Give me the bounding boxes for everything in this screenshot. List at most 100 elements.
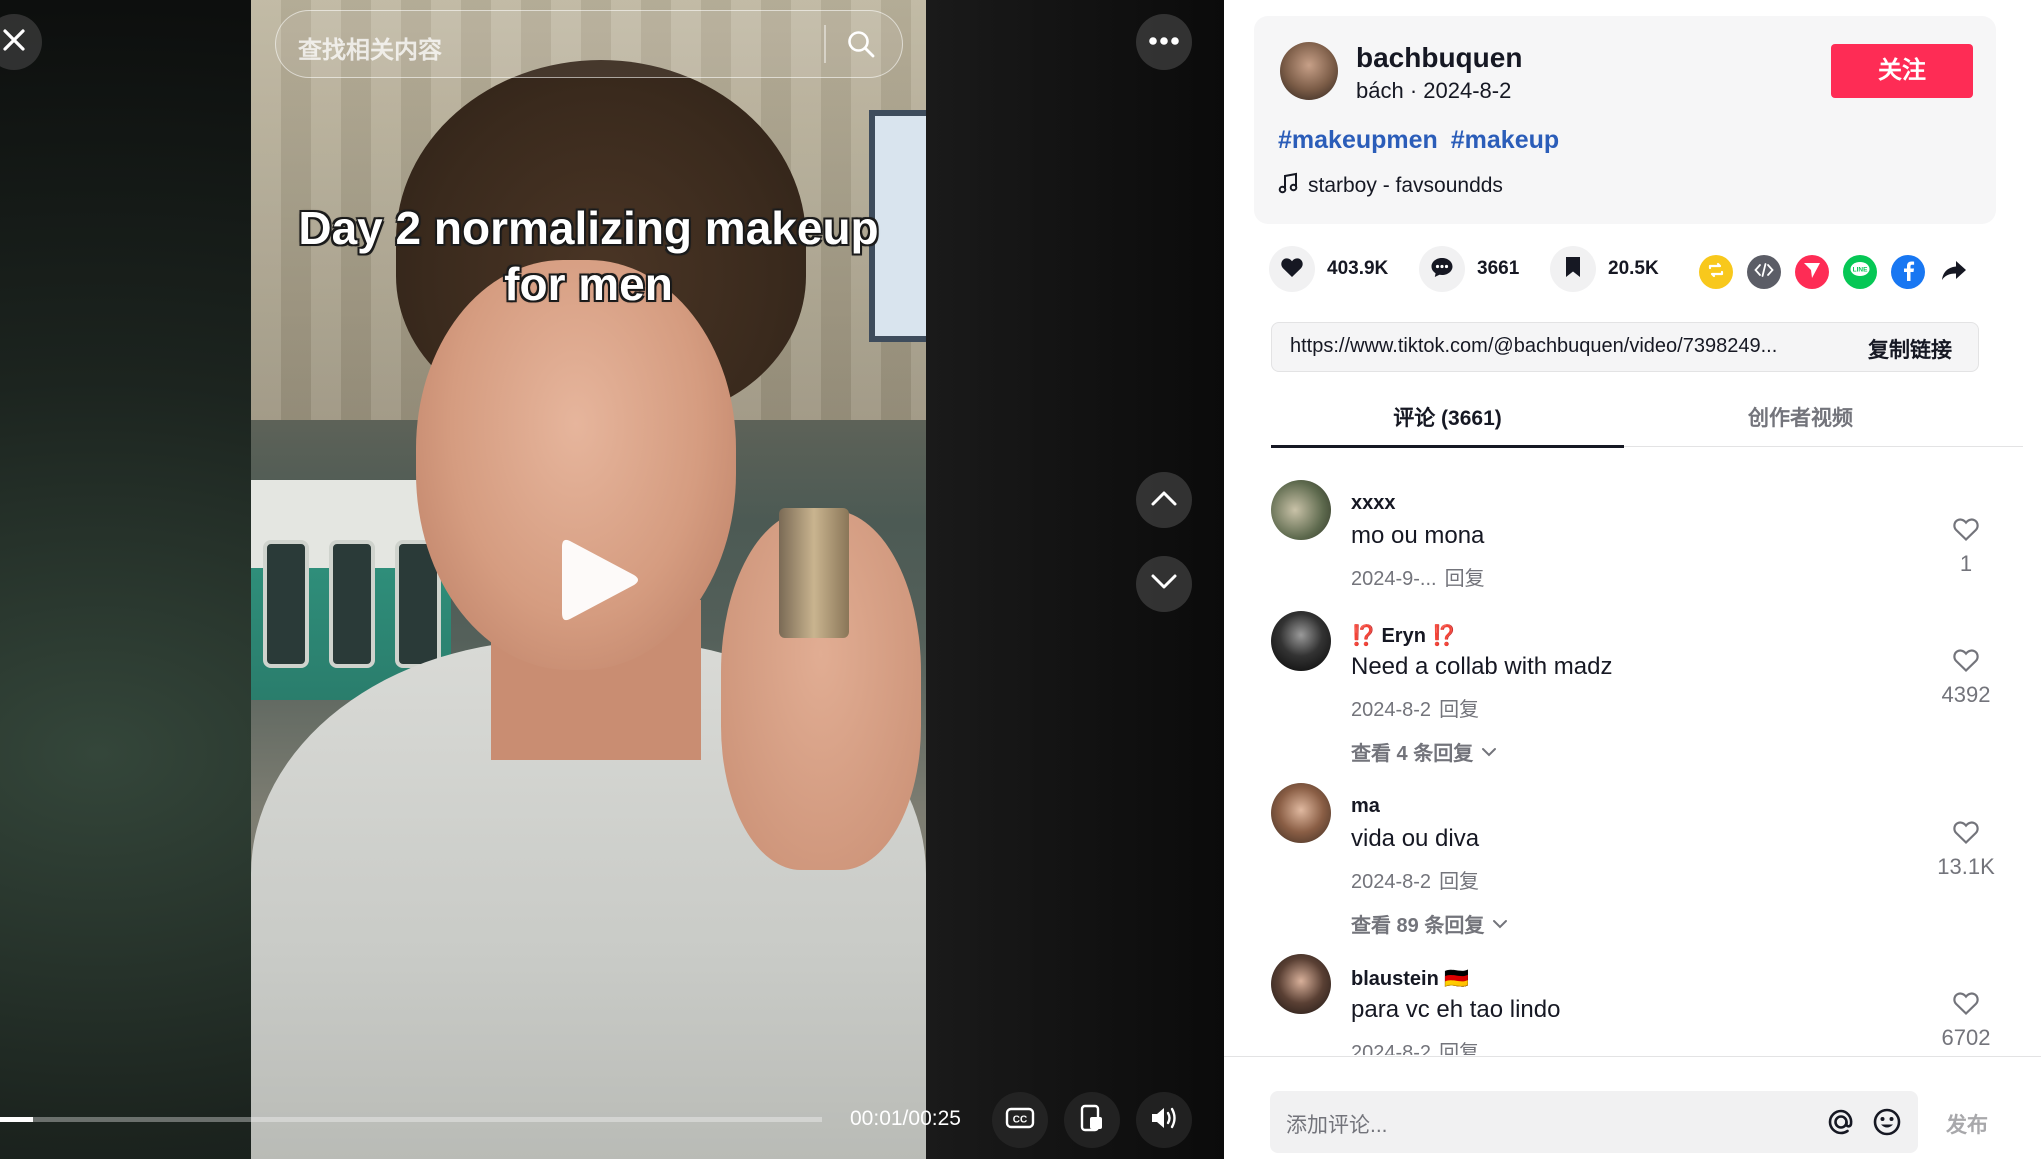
- comment-bubble-icon: [1430, 256, 1454, 283]
- comment-like-count: 1: [1959, 551, 1973, 576]
- reply-button[interactable]: 回复: [1445, 568, 1485, 590]
- heart-outline-icon: [1952, 821, 1980, 849]
- captions-button[interactable]: CC: [992, 1092, 1048, 1148]
- commenter-username[interactable]: ⁉️ Eryn ⁉️: [1351, 623, 1456, 648]
- search-placeholder: 查找相关内容: [298, 37, 442, 64]
- post-comment-button[interactable]: 发布: [1946, 1109, 1988, 1139]
- line-logo-icon: LINE: [1849, 261, 1871, 284]
- previous-video-button[interactable]: [1136, 472, 1192, 528]
- chevron-down-icon: [1481, 740, 1497, 763]
- volume-button[interactable]: [1136, 1092, 1192, 1148]
- comment-input[interactable]: 添加评论...: [1270, 1091, 1918, 1153]
- comment-composer: 添加评论... 发布: [1224, 1056, 2041, 1160]
- music-note-icon: [1278, 172, 1298, 200]
- comment-date: 2024-8-2: [1351, 871, 1432, 893]
- line-share-button[interactable]: LINE: [1843, 255, 1877, 289]
- commenter-username[interactable]: ma: [1351, 795, 1380, 818]
- close-icon: [0, 26, 28, 59]
- chevron-down-icon: [1150, 573, 1178, 596]
- save-action[interactable]: 20.5K: [1550, 246, 1659, 292]
- commenter-username[interactable]: xxxx: [1351, 492, 1396, 515]
- commenter-avatar[interactable]: [1271, 783, 1331, 843]
- comment-like-button[interactable]: 13.1K: [1921, 819, 2011, 880]
- comment-like-button[interactable]: 4392: [1921, 647, 2011, 708]
- embed-share-button[interactable]: [1747, 255, 1781, 289]
- share-arrow-icon: [1941, 259, 1967, 286]
- commenter-avatar[interactable]: [1271, 954, 1331, 1014]
- commenter-username[interactable]: blaustein 🇩🇪: [1351, 966, 1469, 991]
- reply-button[interactable]: 回复: [1439, 699, 1479, 721]
- view-replies-button[interactable]: 查看 89 条回复: [1351, 909, 1508, 938]
- comment-date: 2024-8-2: [1351, 1042, 1432, 1055]
- mention-at-icon[interactable]: [1824, 1105, 1858, 1144]
- comment-like-button[interactable]: 1: [1921, 516, 2011, 577]
- heart-outline-icon: [1952, 518, 1980, 546]
- foundation-bottle: [779, 508, 849, 638]
- next-video-button[interactable]: [1136, 556, 1192, 612]
- author-card: bachbuquen bách · 2024-8-2 关注 #makeupmen…: [1254, 16, 1996, 224]
- repost-share-button[interactable]: [1699, 255, 1733, 289]
- comment-list[interactable]: xxxx mo ou mona 2024-9-... 回复 1 ⁉️ Eryn ⁉…: [1271, 470, 2011, 1055]
- progress-bar[interactable]: [0, 1117, 822, 1122]
- share-link-box: https://www.tiktok.com/@bachbuquen/video…: [1271, 322, 1979, 372]
- heart-outline-icon: [1952, 649, 1980, 677]
- paper-plane-icon: [1803, 261, 1821, 284]
- miniplayer-button[interactable]: [1064, 1092, 1120, 1148]
- embed-code-icon: [1754, 262, 1774, 283]
- repost-icon: [1706, 260, 1726, 285]
- tab-comments[interactable]: 评论 (3661): [1271, 402, 1624, 432]
- comment-like-count: 4392: [1941, 682, 1991, 707]
- comment-text: mo ou mona: [1351, 522, 1485, 549]
- more-share-button[interactable]: [1937, 255, 1971, 289]
- reply-button[interactable]: 回复: [1439, 1042, 1479, 1055]
- like-count: 403.9K: [1327, 258, 1389, 279]
- search-bar[interactable]: 查找相关内容: [275, 10, 903, 78]
- view-replies-label: 查看 4 条回复: [1351, 743, 1474, 765]
- heart-icon: [1280, 256, 1304, 283]
- play-icon[interactable]: [556, 535, 640, 630]
- reply-button[interactable]: 回复: [1439, 871, 1479, 893]
- comment-meta: 2024-8-2 回复: [1351, 865, 1479, 894]
- copy-link-button[interactable]: 复制链接: [1868, 334, 1952, 364]
- hashtag-link[interactable]: #makeup: [1451, 126, 1559, 154]
- video-caption: Day 2 normalizing makeup for men: [251, 200, 926, 312]
- comment-count: 3661: [1477, 258, 1520, 279]
- facebook-logo-icon: [1900, 259, 1916, 286]
- chevron-down-icon: [1492, 912, 1508, 935]
- comment-date: 2024-8-2: [1351, 699, 1432, 721]
- facebook-share-button[interactable]: [1891, 255, 1925, 289]
- video-player[interactable]: Day 2 normalizing makeup for men 查找相关内容: [0, 0, 1224, 1159]
- side-panel: bachbuquen bách · 2024-8-2 关注 #makeupmen…: [1224, 0, 2041, 1160]
- author-username[interactable]: bachbuquen: [1356, 42, 1522, 74]
- active-tab-indicator: [1271, 445, 1624, 448]
- tab-creator-videos[interactable]: 创作者视频: [1624, 402, 1977, 432]
- comment-meta: 2024-8-2 回复: [1351, 1036, 1479, 1055]
- miniplayer-icon: [1079, 1104, 1105, 1137]
- commenter-avatar[interactable]: [1271, 480, 1331, 540]
- more-options-button[interactable]: [1136, 14, 1192, 70]
- like-action[interactable]: 403.9K: [1269, 246, 1388, 292]
- closed-captions-icon: CC: [1005, 1106, 1035, 1135]
- send-share-button[interactable]: [1795, 255, 1829, 289]
- search-icon[interactable]: [846, 29, 876, 64]
- comment-like-count: 6702: [1941, 1025, 1991, 1050]
- volume-icon: [1149, 1105, 1179, 1136]
- hashtag-link[interactable]: #makeupmen: [1278, 126, 1438, 154]
- comment-meta: 2024-9-... 回复: [1351, 562, 1485, 591]
- author-avatar[interactable]: [1280, 42, 1338, 100]
- comment-meta: 2024-8-2 回复: [1351, 693, 1479, 722]
- view-replies-button[interactable]: 查看 4 条回复: [1351, 737, 1497, 766]
- comment-action[interactable]: 3661: [1419, 246, 1519, 292]
- comment-text: Need a collab with madz: [1351, 653, 1613, 680]
- emoji-smile-icon[interactable]: [1870, 1105, 1904, 1144]
- follow-button[interactable]: 关注: [1831, 44, 1973, 98]
- more-dots-icon: [1148, 33, 1180, 51]
- tab-bar: 评论 (3661) 创作者视频: [1271, 388, 2023, 448]
- commenter-avatar[interactable]: [1271, 611, 1331, 671]
- chevron-up-icon: [1150, 489, 1178, 512]
- music-link[interactable]: starboy - favsoundds: [1278, 172, 1503, 200]
- comment-date: 2024-9-...: [1351, 568, 1437, 590]
- comment-like-button[interactable]: 6702: [1921, 990, 2011, 1051]
- share-link-url[interactable]: https://www.tiktok.com/@bachbuquen/video…: [1290, 335, 1840, 358]
- hashtags: #makeupmen #makeup: [1278, 126, 1565, 155]
